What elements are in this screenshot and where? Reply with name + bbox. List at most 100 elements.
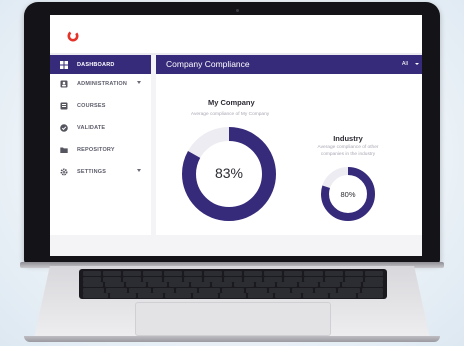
brand-logo-icon[interactable] <box>67 30 79 42</box>
keyboard-key <box>163 271 182 276</box>
industry-title: Industry <box>333 134 363 143</box>
keyboard-key <box>203 276 222 282</box>
sidebar-item-repository[interactable]: REPOSITORY <box>50 140 151 159</box>
keyboard-key <box>247 293 274 298</box>
keyboard-key <box>344 271 363 276</box>
keyboard-key <box>123 271 142 276</box>
keyboard-key <box>284 276 303 282</box>
keyboard-row <box>83 293 383 298</box>
courses-icon <box>59 101 68 110</box>
main-panel: Company Compliance All My Company Averag… <box>156 55 422 235</box>
app-header <box>50 15 422 53</box>
keyboard <box>79 269 387 299</box>
keyboard-key <box>104 282 125 287</box>
keyboard-key <box>341 282 362 287</box>
keyboard-key <box>364 276 383 282</box>
keyboard-key <box>192 293 219 298</box>
my-company-subtitle: Average compliance of My Company <box>190 112 270 117</box>
sidebar-item-label: REPOSITORY <box>77 146 115 153</box>
keyboard-key <box>223 276 242 282</box>
keyboard-key <box>110 293 136 298</box>
keyboard-key <box>143 271 162 276</box>
keyboard-key <box>264 276 283 282</box>
sidebar-item-administration[interactable]: ADMINISTRATION <box>50 74 151 93</box>
industry-subtitle: Average compliance of other companies in… <box>317 145 379 157</box>
keyboard-key <box>190 282 211 287</box>
keyboard-key <box>330 293 356 298</box>
keyboard-key <box>304 276 323 282</box>
my-company-percent: 83% <box>214 165 244 181</box>
keyboard-key <box>106 287 128 293</box>
screen-footer-area <box>50 235 422 256</box>
keyboard-key <box>169 282 189 287</box>
keyboard-key <box>298 282 319 287</box>
keyboard-key <box>183 271 202 276</box>
keyboard-key <box>203 271 222 276</box>
keyboard-key <box>304 271 323 276</box>
keyboard-key <box>244 276 263 282</box>
keyboard-key <box>363 282 383 287</box>
industry-percent: 80% <box>340 190 356 199</box>
keyboard-key <box>255 282 276 287</box>
chevron-down-icon[interactable] <box>137 169 141 172</box>
sidebar-item-label: COURSES <box>77 102 106 109</box>
keyboard-key <box>223 271 242 276</box>
chevron-down-icon[interactable] <box>415 63 419 65</box>
keyboard-key <box>302 293 329 298</box>
chevron-down-icon[interactable] <box>137 81 141 84</box>
keyboard-key <box>245 287 267 293</box>
sidebar-item-settings[interactable]: SETTINGS <box>50 162 151 181</box>
sidebar-item-label: DASHBOARD <box>77 61 115 68</box>
keyboard-key <box>344 276 363 282</box>
keyboard-key <box>123 276 142 282</box>
keyboard-key <box>143 276 162 282</box>
keyboard-key <box>183 276 202 282</box>
keyboard-key <box>152 287 174 293</box>
keyboard-row <box>83 276 383 282</box>
keyboard-key <box>233 282 254 287</box>
keyboard-key <box>83 287 105 293</box>
folder-icon <box>59 145 68 154</box>
keyboard-key <box>320 282 340 287</box>
keyboard-key <box>275 293 301 298</box>
keyboard-key <box>137 293 164 298</box>
keyboard-key <box>324 271 343 276</box>
keyboard-key <box>165 293 191 298</box>
sidebar-item-validate[interactable]: VALIDATE <box>50 118 151 137</box>
laptop-base-edge <box>24 336 440 342</box>
keyboard-key <box>324 276 343 282</box>
sidebar-item-label: VALIDATE <box>77 124 106 131</box>
sidebar-item-dashboard[interactable]: DASHBOARD <box>50 55 151 74</box>
keyboard-key <box>103 276 122 282</box>
sidebar-item-courses[interactable]: COURSES <box>50 96 151 115</box>
keyboard-key <box>244 271 263 276</box>
keyboard-key <box>315 287 337 293</box>
keyboard-key <box>291 287 314 293</box>
gear-icon <box>59 167 68 176</box>
keyboard-key <box>277 282 297 287</box>
user-badge-icon <box>59 79 68 88</box>
keyboard-key <box>83 271 102 276</box>
keyboard-row <box>83 287 383 293</box>
panel-title: Company Compliance <box>166 59 250 69</box>
sidebar: DASHBOARD ADMINISTRATION COURSES VALIDAT… <box>50 55 151 235</box>
keyboard-key <box>163 276 182 282</box>
screen: DASHBOARD ADMINISTRATION COURSES VALIDAT… <box>50 15 422 256</box>
keyboard-key <box>129 287 151 293</box>
keyboard-key <box>199 287 221 293</box>
keyboard-key <box>103 271 122 276</box>
keyboard-key <box>268 287 290 293</box>
keyboard-key <box>357 293 383 298</box>
keyboard-row <box>83 282 383 287</box>
keyboard-key <box>284 271 303 276</box>
keyboard-key <box>147 282 168 287</box>
dashboard-icon <box>59 60 68 69</box>
keyboard-key <box>83 276 102 282</box>
filter-select[interactable]: All <box>402 61 408 67</box>
keyboard-key <box>338 287 360 293</box>
keyboard-key <box>212 282 232 287</box>
keyboard-key <box>222 287 244 293</box>
keyboard-key <box>83 282 103 287</box>
sidebar-item-label: SETTINGS <box>77 168 107 175</box>
keyboard-key <box>83 293 109 298</box>
